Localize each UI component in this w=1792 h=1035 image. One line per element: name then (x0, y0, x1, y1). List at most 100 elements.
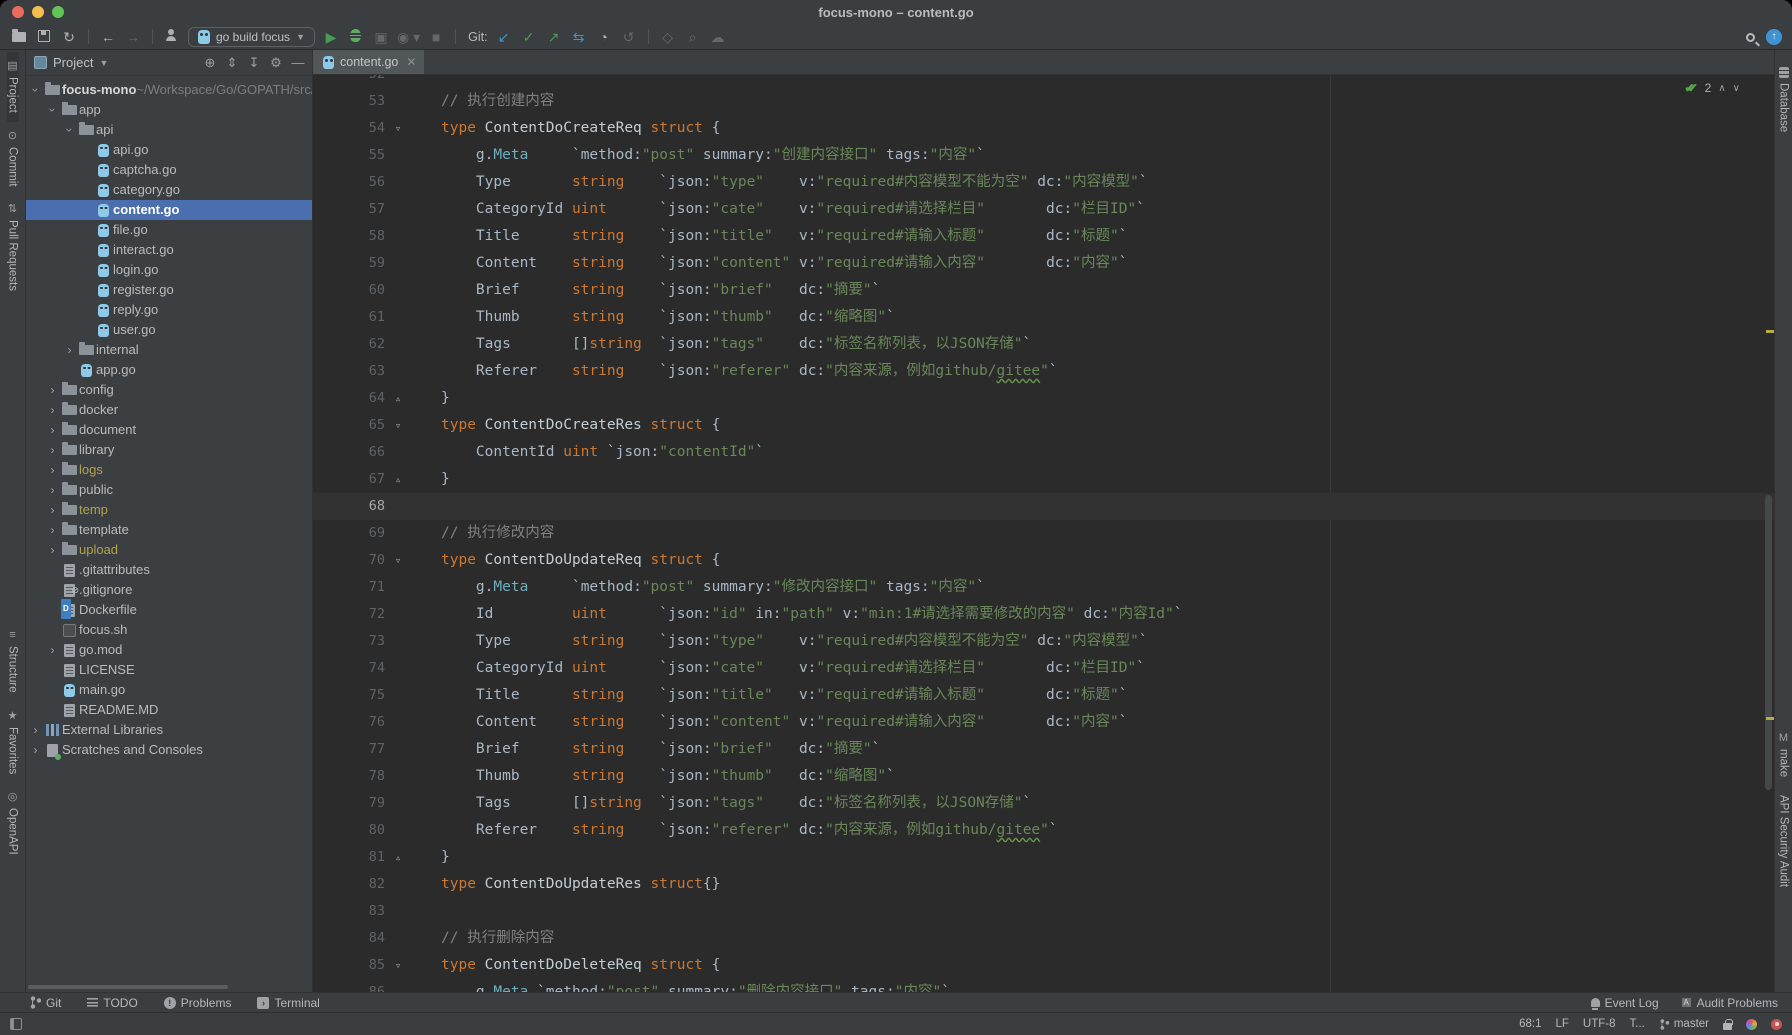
toolwindow-button-terminal[interactable]: ›Terminal (257, 996, 319, 1010)
line-number[interactable]: 78 (313, 763, 385, 790)
tree-item-logs[interactable]: ›logs (26, 460, 312, 480)
chevron-collapsed-icon[interactable]: › (51, 643, 55, 657)
line-number[interactable]: 54 (313, 115, 385, 142)
tree-item-license[interactable]: LICENSE (26, 660, 312, 680)
stripe-tab-project[interactable]: ▤Project (7, 52, 19, 122)
code-line-72[interactable]: 72 Id uint `json:"id" in:"path" v:"min:1… (313, 601, 1774, 628)
fold-marker-icon[interactable] (385, 898, 411, 925)
chevron-collapsed-icon[interactable]: › (51, 503, 55, 517)
stripe-tab-openapi[interactable]: ◎OpenAPI (7, 783, 19, 864)
code-line-68[interactable]: 68 (313, 493, 1774, 520)
git-fetch-icon[interactable]: ⇆ (570, 30, 588, 44)
code-line-83[interactable]: 83 (313, 898, 1774, 925)
fold-marker-icon[interactable]: ▿ (385, 412, 411, 439)
fold-marker-icon[interactable]: ▿ (385, 115, 411, 142)
tree-item-app-go[interactable]: app.go (26, 360, 312, 380)
fold-marker-icon[interactable] (385, 520, 411, 547)
line-number[interactable]: 52 (313, 75, 385, 88)
tree-item-scratches-and-consoles[interactable]: ›Scratches and Consoles (26, 740, 312, 760)
line-number[interactable]: 74 (313, 655, 385, 682)
line-number[interactable]: 60 (313, 277, 385, 304)
code-line-81[interactable]: 81▵} (313, 844, 1774, 871)
tree-item-user-go[interactable]: user.go (26, 320, 312, 340)
tree-item-login-go[interactable]: login.go (26, 260, 312, 280)
lock-icon[interactable] (1723, 1023, 1732, 1030)
chevron-collapsed-icon[interactable]: › (51, 523, 55, 537)
fold-marker-icon[interactable] (385, 358, 411, 385)
tree-item-focus-sh[interactable]: focus.sh (26, 620, 312, 640)
toolwindow-button-audit-problems[interactable]: Audit Problems (1681, 996, 1778, 1010)
line-number[interactable]: 82 (313, 871, 385, 898)
expand-all-icon[interactable]: ⇕ (224, 55, 240, 71)
fold-marker-icon[interactable] (385, 250, 411, 277)
project-panel-title[interactable]: Project (53, 55, 93, 70)
stop-button[interactable]: ■ (427, 30, 445, 44)
close-tab-icon[interactable]: ✕ (406, 55, 416, 69)
run-button[interactable]: ▶ (322, 30, 340, 44)
stripe-tab-favorites[interactable]: ★Favorites (7, 702, 19, 783)
tree-item-register-go[interactable]: register.go (26, 280, 312, 300)
line-number[interactable]: 70 (313, 547, 385, 574)
save-icon[interactable] (35, 30, 53, 44)
code-line-66[interactable]: 66 ContentId uint `json:"contentId"` (313, 439, 1774, 466)
tree-item-reply-go[interactable]: reply.go (26, 300, 312, 320)
git-update-icon[interactable]: ↙ (495, 30, 513, 44)
line-number[interactable]: 84 (313, 925, 385, 952)
toolwindow-button-todo[interactable]: TODO (87, 996, 137, 1010)
tree-item-internal[interactable]: ›internal (26, 340, 312, 360)
chevron-down-icon[interactable]: ▼ (99, 58, 108, 68)
code-line-78[interactable]: 78 Thumb string `json:"thumb" dc:"缩略图"` (313, 763, 1774, 790)
line-number[interactable]: 58 (313, 223, 385, 250)
chevron-collapsed-icon[interactable]: › (51, 443, 55, 457)
tree-item-docker[interactable]: ›docker (26, 400, 312, 420)
code-line-59[interactable]: 59 Content string `json:"content" v:"req… (313, 250, 1774, 277)
line-ending-indicator[interactable]: LF (1555, 1018, 1568, 1030)
code-line-74[interactable]: 74 CategoryId uint `json:"cate" v:"requi… (313, 655, 1774, 682)
code-line-61[interactable]: 61 Thumb string `json:"thumb" dc:"缩略图"` (313, 304, 1774, 331)
line-number[interactable]: 64 (313, 385, 385, 412)
line-number[interactable]: 61 (313, 304, 385, 331)
line-number[interactable]: 69 (313, 520, 385, 547)
find-usages-icon[interactable]: ⌕ (684, 30, 702, 44)
line-number[interactable]: 63 (313, 358, 385, 385)
code-line-65[interactable]: 65▿type ContentDoCreateRes struct { (313, 412, 1774, 439)
line-number[interactable]: 57 (313, 196, 385, 223)
tree-item-dockerfile[interactable]: Dockerfile (26, 600, 312, 620)
fold-marker-icon[interactable]: ▵ (385, 466, 411, 493)
tree-item-external-libraries[interactable]: ›External Libraries (26, 720, 312, 740)
code-line-56[interactable]: 56 Type string `json:"type" v:"required#… (313, 169, 1774, 196)
profiler-icon[interactable]: ◉ ▾ (397, 30, 420, 44)
notification-error-icon[interactable] (1771, 1019, 1782, 1030)
tree-item-go-mod[interactable]: ›go.mod (26, 640, 312, 660)
code-line-77[interactable]: 77 Brief string `json:"brief" dc:"摘要"` (313, 736, 1774, 763)
toolwindow-button-problems[interactable]: !Problems (164, 996, 232, 1010)
fold-marker-icon[interactable] (385, 601, 411, 628)
chevron-collapsed-icon[interactable]: › (51, 463, 55, 477)
line-number[interactable]: 56 (313, 169, 385, 196)
highlighting-level-icon[interactable] (1746, 1019, 1757, 1030)
run-configuration-select[interactable]: go build focus ▼ (188, 27, 315, 47)
hide-panel-icon[interactable]: — (290, 55, 306, 70)
tool-window-switcher-icon[interactable] (10, 1018, 22, 1030)
line-number[interactable]: 65 (313, 412, 385, 439)
tree-item--gitattributes[interactable]: .gitattributes (26, 560, 312, 580)
code-line-80[interactable]: 80 Referer string `json:"referer" dc:"内容… (313, 817, 1774, 844)
stripe-tab-structure[interactable]: ≡Structure (7, 621, 19, 702)
git-push-icon[interactable]: ↗ (545, 30, 563, 44)
line-number[interactable]: 75 (313, 682, 385, 709)
chevron-collapsed-icon[interactable]: › (51, 383, 55, 397)
code-line-85[interactable]: 85▿type ContentDoDeleteReq struct { (313, 952, 1774, 979)
stripe-tab-commit[interactable]: ⊙Commit (7, 122, 19, 196)
tree-item-template[interactable]: ›template (26, 520, 312, 540)
editor-scrollbar[interactable] (1765, 495, 1772, 790)
indent-indicator[interactable]: T... (1630, 1018, 1645, 1030)
chevron-collapsed-icon[interactable]: › (51, 543, 55, 557)
git-commit-icon[interactable]: ✓ (520, 30, 538, 44)
warning-stripe-mark[interactable] (1766, 717, 1774, 720)
line-number[interactable]: 79 (313, 790, 385, 817)
cloud-icon[interactable]: ☁ (709, 30, 727, 44)
chevron-collapsed-icon[interactable]: › (51, 483, 55, 497)
back-icon[interactable]: ← (99, 30, 117, 44)
toolwindow-button-event-log[interactable]: Event Log (1591, 996, 1659, 1010)
sync-icon[interactable]: ↻ (60, 30, 78, 44)
